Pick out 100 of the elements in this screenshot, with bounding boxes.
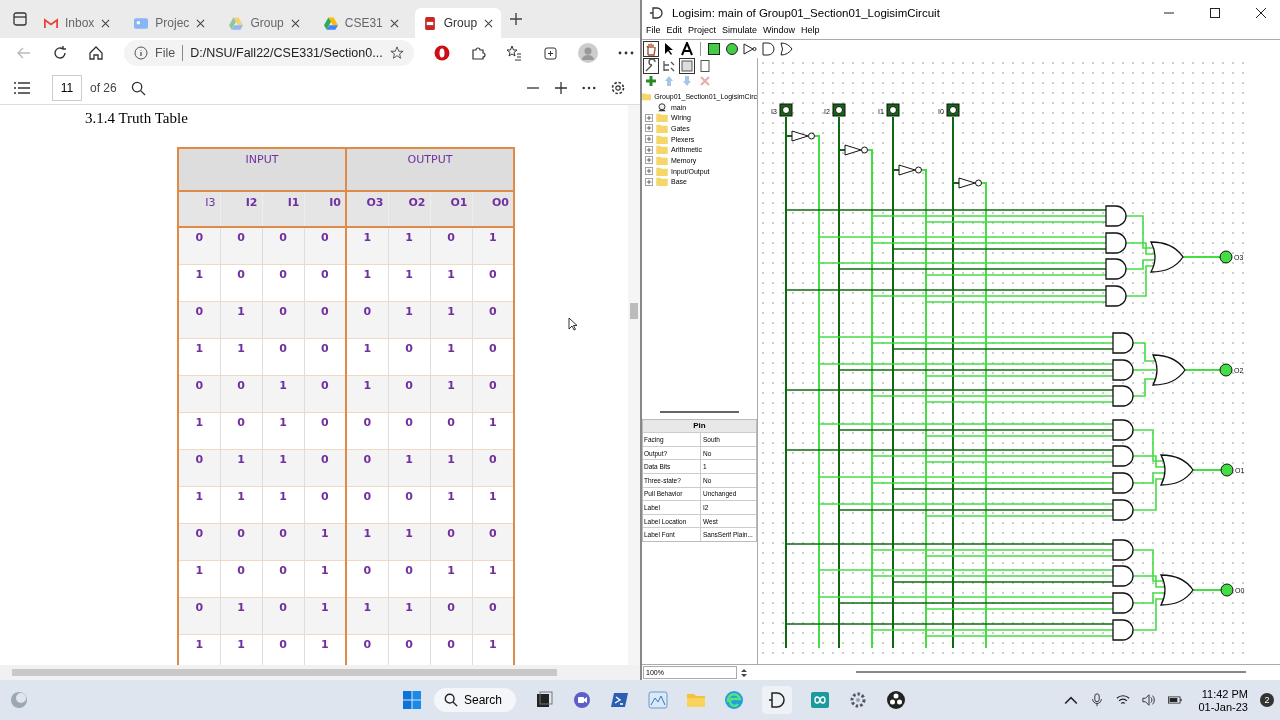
menu-item[interactable]: Help <box>801 25 820 38</box>
layout-icon[interactable] <box>680 58 694 73</box>
input-pin-icon[interactable] <box>886 103 900 117</box>
output-pin-icon[interactable] <box>1220 583 1234 597</box>
expander-icon[interactable] <box>645 167 653 176</box>
circle-badge-icon[interactable] <box>433 45 450 61</box>
expander-icon[interactable] <box>645 113 653 122</box>
wrench-icon[interactable] <box>644 58 658 73</box>
attribute-panel-title: Pin <box>643 420 756 433</box>
puzzle-icon[interactable] <box>469 45 486 61</box>
start-icon[interactable] <box>402 690 422 710</box>
page-number-field[interactable]: 11 <box>52 75 82 101</box>
speaker-icon[interactable] <box>1142 693 1157 707</box>
spinner-icon[interactable] <box>740 667 748 678</box>
table-cell: 1 <box>178 264 220 301</box>
text-tool-icon[interactable] <box>680 42 694 56</box>
menu-item[interactable]: Window <box>763 25 796 38</box>
wifi-icon[interactable] <box>1116 693 1131 707</box>
date-text: 01-Jan-23 <box>1198 700 1248 713</box>
close-icon[interactable] <box>389 18 399 28</box>
table-cell: 1 <box>178 486 220 523</box>
output-pin-icon[interactable] <box>1220 463 1234 477</box>
address-field[interactable]: File D:/NSU/Fall22/CSE331/Section0... <box>124 40 414 66</box>
microphone-icon[interactable] <box>1090 693 1105 707</box>
clock[interactable]: 11:42 PM 01-Jan-23 <box>1198 687 1248 713</box>
home-icon[interactable] <box>88 45 104 61</box>
close-icon[interactable] <box>1256 7 1266 18</box>
browser-tab[interactable]: Group <box>221 8 308 38</box>
expander-icon[interactable] <box>645 124 653 133</box>
or-gate-icon[interactable] <box>779 42 793 56</box>
expander-icon[interactable] <box>645 156 653 165</box>
more-icon[interactable] <box>617 51 634 55</box>
folder-icon <box>656 113 668 123</box>
maximize-icon[interactable] <box>1210 7 1220 18</box>
browser-tab[interactable]: CSE31 <box>315 8 407 38</box>
input-pin-icon[interactable] <box>707 42 721 56</box>
close-icon[interactable] <box>484 18 494 28</box>
close-icon[interactable] <box>196 18 206 28</box>
infinity-icon[interactable] <box>810 690 831 710</box>
menu-item[interactable]: File <box>646 25 661 38</box>
hand-tool-icon[interactable] <box>644 42 658 56</box>
collections-icon[interactable] <box>541 45 558 61</box>
table-cell: 0 <box>220 227 262 264</box>
table-cell: 1 <box>472 227 514 264</box>
terminal-icon[interactable] <box>610 690 631 710</box>
and-gate-icon[interactable] <box>761 42 775 56</box>
output-pin-icon[interactable] <box>1219 250 1233 264</box>
menu-item[interactable]: Edit <box>666 25 683 38</box>
url-text: D:/NSU/Fall22/CSE331/Section0... <box>190 46 383 60</box>
new-tab-icon[interactable] <box>509 12 524 26</box>
tab-actions-icon[interactable] <box>12 11 28 27</box>
task-view-icon[interactable] <box>534 690 555 710</box>
scrollbar-thumb[interactable] <box>856 671 1246 673</box>
expander-icon[interactable] <box>645 135 653 144</box>
table-cell: 1 <box>430 560 472 597</box>
browser-tab[interactable]: Projec <box>126 8 214 38</box>
logisim-app-button[interactable] <box>762 686 793 714</box>
input-pin-icon[interactable] <box>946 103 960 117</box>
browser-tab[interactable]: Inbox <box>36 8 119 38</box>
not-gate-icon[interactable] <box>743 42 757 56</box>
output-pin-icon[interactable] <box>725 42 739 56</box>
page-count: of 26 <box>90 81 117 95</box>
add-favorite-icon[interactable] <box>389 46 404 60</box>
chart-app-icon[interactable] <box>648 690 669 710</box>
avatar-icon[interactable] <box>577 43 598 63</box>
page-icon[interactable] <box>698 58 712 73</box>
output-pin-icon[interactable] <box>1219 363 1233 377</box>
folder-icon <box>656 134 668 144</box>
favorites-icon[interactable] <box>505 45 522 61</box>
browser-tab[interactable]: Group <box>414 8 502 38</box>
expander-icon[interactable] <box>645 177 653 186</box>
input-pin-icon[interactable] <box>832 103 846 117</box>
contents-icon[interactable] <box>14 82 30 94</box>
table-cell: 1 <box>472 412 514 449</box>
chat-icon[interactable] <box>572 690 593 710</box>
scrollbar-thumb[interactable] <box>630 303 638 319</box>
recorder-icon[interactable] <box>886 690 907 710</box>
input-pin-icon[interactable] <box>779 103 793 117</box>
search-icon[interactable] <box>130 80 146 96</box>
table-cell: 0 <box>304 227 346 264</box>
refresh-icon[interactable] <box>52 45 68 61</box>
table-cell: 1 <box>262 449 304 486</box>
search-button[interactable]: Search <box>434 688 517 712</box>
more-icon[interactable] <box>582 86 596 90</box>
tree-view-icon[interactable] <box>662 58 676 73</box>
splitter-handle[interactable] <box>660 411 739 414</box>
table-cell: 0 <box>346 412 388 449</box>
zoom-in-icon[interactable] <box>554 81 568 95</box>
close-icon[interactable] <box>290 18 300 28</box>
close-icon[interactable] <box>101 18 111 28</box>
down-arrow-icon[interactable] <box>680 73 694 88</box>
settings-icon[interactable] <box>610 80 626 96</box>
menu-item[interactable]: Project <box>688 25 717 38</box>
expander-icon[interactable] <box>645 145 653 154</box>
battery-icon[interactable] <box>1168 693 1183 707</box>
menu-item[interactable]: Simulate <box>722 25 758 38</box>
wire <box>1192 469 1222 471</box>
add-icon[interactable] <box>644 73 658 88</box>
scrollbar-thumb[interactable] <box>12 669 557 676</box>
notification-badge[interactable]: 2 <box>1260 693 1274 707</box>
